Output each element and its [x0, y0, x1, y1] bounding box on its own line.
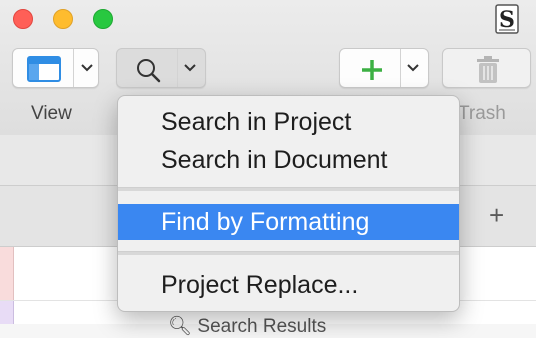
label-color-stripe [0, 247, 14, 300]
search-button[interactable] [116, 48, 206, 88]
menu-item-search-in-document[interactable]: Search in Document [118, 142, 459, 178]
trash-button[interactable] [442, 48, 531, 88]
search-dropdown-menu: Search in Project Search in Document Fin… [117, 95, 460, 312]
zoom-window-button[interactable] [93, 9, 113, 29]
binder-add-button[interactable]: + [489, 202, 504, 228]
menu-separator [118, 251, 459, 255]
plus-icon [362, 60, 382, 80]
magnifier-icon [137, 59, 161, 83]
menu-item-search-in-project[interactable]: Search in Project [118, 104, 459, 140]
chevron-down-icon[interactable] [183, 61, 197, 75]
search-icon: 🔍︎ [168, 316, 193, 337]
chevron-down-icon[interactable] [406, 61, 420, 75]
close-window-button[interactable] [13, 9, 33, 29]
menu-separator [118, 187, 459, 191]
chevron-down-icon[interactable] [80, 61, 94, 75]
trash-label: Trash [458, 103, 506, 124]
add-button[interactable] [339, 48, 429, 88]
menu-item-project-replace[interactable]: Project Replace... [118, 267, 459, 303]
scrivener-app-icon: S [495, 4, 519, 34]
svg-text:S: S [499, 7, 515, 33]
binder-row-label: Search Results [197, 316, 327, 337]
trash-icon [477, 56, 499, 83]
view-button[interactable] [12, 48, 99, 88]
view-label: View [31, 103, 72, 124]
minimize-window-button[interactable] [53, 9, 73, 29]
label-color-stripe [0, 300, 14, 324]
binder-row-search-results[interactable]: 🔍︎ Search Results [168, 314, 326, 338]
menu-item-find-by-formatting[interactable]: Find by Formatting [118, 204, 459, 240]
layout-icon [27, 56, 61, 82]
